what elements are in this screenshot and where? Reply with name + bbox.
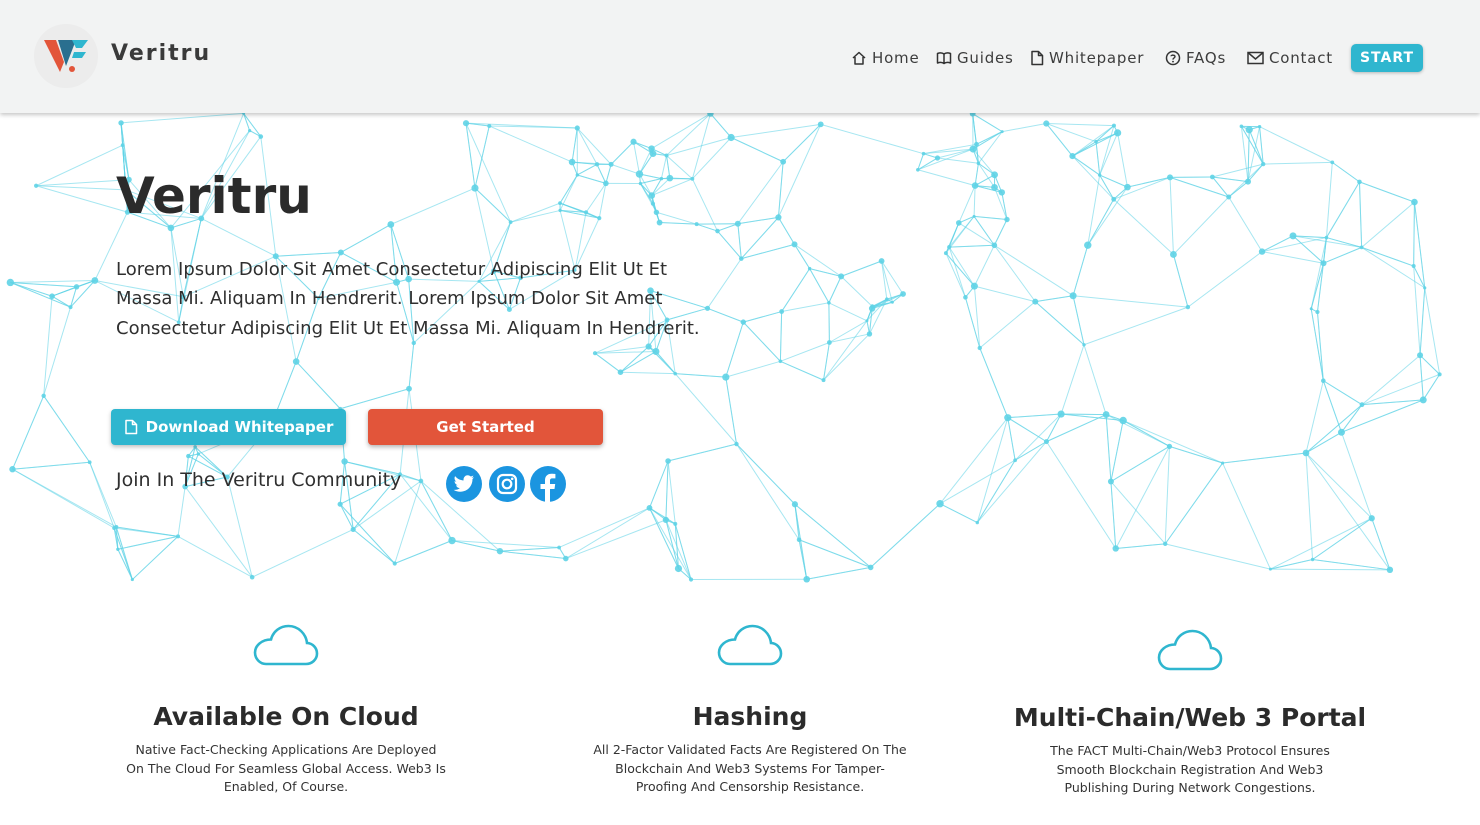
feature-title: Available On Cloud	[153, 702, 419, 731]
book-icon	[936, 52, 952, 65]
nav-faqs[interactable]: FAQs	[1165, 47, 1226, 69]
facebook-icon[interactable]	[530, 466, 566, 502]
get-started-button[interactable]: Get Started	[368, 409, 603, 445]
feature-hashing: Hashing All 2-Factor Validated Facts Are…	[570, 620, 930, 797]
cloud-icon	[1157, 629, 1223, 671]
mail-icon	[1247, 51, 1264, 65]
question-circle-icon	[1165, 50, 1181, 66]
site-header: Veritru Home Guides Whitepaper FAQs Cont…	[0, 0, 1480, 113]
brand-name[interactable]: Veritru	[111, 41, 211, 66]
nav-whitepaper-label: Whitepaper	[1049, 49, 1145, 67]
nav-faqs-label: FAQs	[1186, 49, 1227, 67]
instagram-icon[interactable]	[489, 466, 525, 502]
nav-guides-label: Guides	[957, 49, 1014, 67]
home-icon	[852, 51, 866, 65]
nav-contact-label: Contact	[1269, 49, 1333, 67]
download-whitepaper-label: Download Whitepaper	[145, 418, 334, 436]
hero-section: Veritru Lorem Ipsum Dolor Sit Amet Conse…	[0, 113, 1480, 584]
feature-text: The FACT Multi-Chain/Web3 Protocol Ensur…	[1050, 743, 1330, 795]
veritru-logo-icon	[44, 40, 88, 72]
feature-text: All 2-Factor Validated Facts Are Registe…	[593, 742, 907, 794]
logo[interactable]	[34, 24, 98, 88]
start-button[interactable]: START	[1351, 44, 1423, 72]
nav-contact[interactable]: Contact	[1247, 47, 1333, 69]
nav-whitepaper[interactable]: Whitepaper	[1030, 47, 1144, 69]
feature-text: Native Fact-Checking Applications Are De…	[126, 742, 446, 794]
feature-title: Hashing	[692, 702, 808, 731]
twitter-icon[interactable]	[446, 466, 482, 502]
feature-title: Multi-Chain/Web 3 Portal	[1013, 703, 1367, 732]
download-whitepaper-button[interactable]: Download Whitepaper	[111, 409, 346, 445]
hero-title: Veritru	[116, 167, 312, 225]
cloud-icon	[253, 624, 319, 666]
feature-cloud: Available On Cloud Native Fact-Checking …	[106, 620, 466, 797]
document-icon	[1031, 50, 1044, 66]
hero-description: Lorem Ipsum Dolor Sit Amet Consectetur A…	[116, 259, 700, 339]
nav-guides[interactable]: Guides	[936, 47, 1014, 69]
cloud-icon	[717, 624, 783, 666]
feature-multichain: Multi-Chain/Web 3 Portal The FACT Multi-…	[1010, 625, 1370, 798]
document-icon	[124, 419, 137, 435]
community-label: Join In The Veritru Community	[116, 469, 402, 491]
nav-home-label: Home	[872, 49, 920, 67]
nav-home[interactable]: Home	[851, 47, 920, 69]
